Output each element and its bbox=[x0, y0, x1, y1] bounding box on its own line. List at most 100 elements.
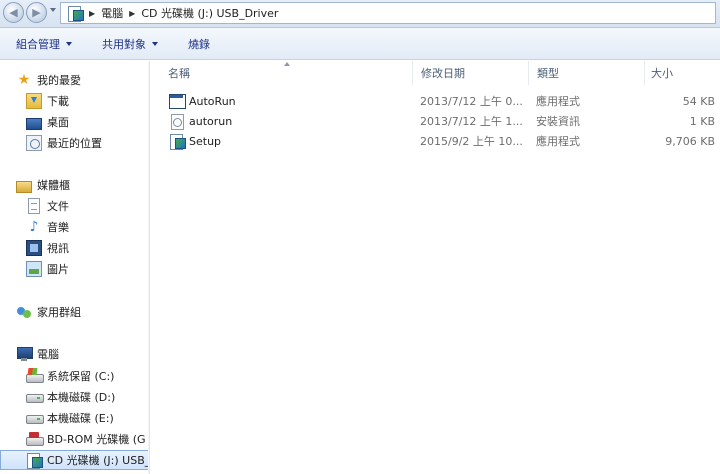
recent-places-icon bbox=[26, 135, 42, 151]
navigation-pane: ★ 我的最愛 下載 桌面 最近的位置 媒體櫃 文件 ♪ 音樂 視訊 圖片 家用群… bbox=[0, 61, 150, 474]
cd-drive-icon bbox=[26, 452, 43, 469]
sort-ascending-icon bbox=[284, 62, 290, 66]
file-date: 2013/7/12 上午 0... bbox=[420, 95, 523, 108]
libraries-icon bbox=[16, 181, 32, 193]
breadcrumb-arrow-icon[interactable]: ▶ bbox=[87, 9, 97, 18]
file-size: 9,706 KB bbox=[665, 134, 715, 148]
nav-item-label: 音樂 bbox=[47, 221, 69, 234]
star-icon: ★ bbox=[17, 72, 31, 88]
nav-item-label: 系統保留 (C:) bbox=[47, 370, 115, 383]
nav-item-music[interactable]: ♪ 音樂 bbox=[26, 217, 69, 237]
file-name-cell: AutoRun bbox=[169, 91, 409, 111]
nav-item-drive-c[interactable]: 系統保留 (C:) bbox=[26, 366, 114, 386]
nav-favorites[interactable]: ★ 我的最愛 bbox=[16, 70, 81, 90]
command-bar: 組合管理 共用對象 燒錄 bbox=[0, 28, 720, 60]
forward-arrow-icon: ▶ bbox=[32, 6, 41, 19]
file-name: Setup bbox=[189, 134, 222, 148]
nav-item-pictures[interactable]: 圖片 bbox=[26, 259, 69, 279]
table-row[interactable]: autorun 2013/7/12 上午 1... 安裝資訊 1 KB bbox=[151, 111, 720, 131]
system-drive-icon bbox=[26, 368, 44, 384]
hard-drive-icon bbox=[26, 389, 44, 405]
column-header-label: 類型 bbox=[537, 67, 559, 80]
nav-item-label: CD 光碟機 (J:) USB_ bbox=[47, 454, 150, 467]
video-icon bbox=[26, 240, 42, 256]
nav-item-label: BD-ROM 光碟機 (G bbox=[47, 433, 146, 446]
recent-pages-dropdown[interactable] bbox=[50, 8, 56, 12]
breadcrumb-computer[interactable]: 電腦 bbox=[97, 5, 127, 21]
file-name: AutoRun bbox=[189, 94, 236, 108]
nav-favorites-label: 我的最愛 bbox=[37, 74, 81, 87]
nav-item-label: 下載 bbox=[47, 95, 69, 108]
back-button[interactable]: ◀ bbox=[3, 2, 24, 23]
column-header-name[interactable]: 名稱 bbox=[151, 61, 413, 85]
downloads-folder-icon bbox=[26, 93, 42, 109]
file-list: 名稱 修改日期 類型 大小 AutoRun 2013/7/12 上午 0... … bbox=[151, 61, 720, 474]
computer-icon bbox=[16, 346, 33, 362]
setup-app-icon bbox=[169, 133, 186, 150]
back-arrow-icon: ◀ bbox=[9, 6, 18, 19]
chevron-down-icon bbox=[152, 41, 158, 46]
address-path[interactable]: ▶ 電腦 ▶ CD 光碟機 (J:) USB_Driver bbox=[60, 2, 716, 24]
file-type: 應用程式 bbox=[536, 135, 580, 148]
file-type: 應用程式 bbox=[536, 95, 580, 108]
desktop-icon bbox=[26, 118, 42, 130]
nav-computer[interactable]: 電腦 bbox=[16, 344, 59, 364]
file-date: 2015/9/2 上午 10... bbox=[420, 135, 523, 148]
table-row[interactable]: AutoRun 2013/7/12 上午 0... 應用程式 54 KB bbox=[151, 91, 720, 111]
cd-drive-icon bbox=[67, 5, 84, 22]
burn-button[interactable]: 燒錄 bbox=[180, 32, 218, 56]
nav-homegroup[interactable]: 家用群組 bbox=[16, 302, 81, 322]
nav-item-drive-d[interactable]: 本機磁碟 (D:) bbox=[26, 387, 115, 407]
nav-libraries-label: 媒體櫃 bbox=[37, 179, 70, 192]
nav-computer-label: 電腦 bbox=[37, 348, 59, 361]
file-size: 1 KB bbox=[689, 114, 715, 128]
file-date: 2013/7/12 上午 1... bbox=[420, 115, 523, 128]
file-size: 54 KB bbox=[682, 94, 715, 108]
file-name-cell: Setup bbox=[169, 131, 409, 151]
file-name: autorun bbox=[189, 114, 233, 128]
autorun-app-icon bbox=[169, 93, 186, 109]
nav-item-label: 最近的位置 bbox=[47, 137, 102, 150]
share-label: 共用對象 bbox=[102, 37, 146, 51]
nav-libraries[interactable]: 媒體櫃 bbox=[16, 175, 70, 195]
nav-item-drive-e[interactable]: 本機磁碟 (E:) bbox=[26, 408, 114, 428]
organize-label: 組合管理 bbox=[16, 37, 60, 51]
pictures-icon bbox=[26, 261, 42, 277]
nav-scrollbar[interactable] bbox=[148, 61, 149, 474]
nav-item-label: 文件 bbox=[47, 200, 69, 213]
file-type: 安裝資訊 bbox=[536, 115, 580, 128]
column-header-type[interactable]: 類型 bbox=[529, 61, 645, 85]
bd-rom-drive-icon bbox=[26, 431, 44, 447]
music-note-icon: ♪ bbox=[29, 219, 39, 235]
file-name-cell: autorun bbox=[169, 111, 409, 131]
nav-homegroup-label: 家用群組 bbox=[37, 306, 81, 319]
breadcrumb-current-folder[interactable]: CD 光碟機 (J:) USB_Driver bbox=[137, 5, 282, 21]
address-bar: ◀ ▶ ▶ 電腦 ▶ CD 光碟機 (J:) USB_Driver bbox=[0, 0, 720, 28]
nav-item-label: 圖片 bbox=[47, 263, 69, 276]
column-header-date[interactable]: 修改日期 bbox=[413, 61, 529, 85]
nav-item-drive-j[interactable]: CD 光碟機 (J:) USB_ bbox=[0, 450, 150, 470]
organize-button[interactable]: 組合管理 bbox=[8, 32, 80, 56]
nav-item-downloads[interactable]: 下載 bbox=[26, 91, 69, 111]
homegroup-icon bbox=[16, 304, 32, 320]
nav-item-desktop[interactable]: 桌面 bbox=[26, 112, 69, 132]
nav-item-documents[interactable]: 文件 bbox=[26, 196, 69, 216]
nav-item-recent-places[interactable]: 最近的位置 bbox=[26, 133, 102, 153]
table-row[interactable]: Setup 2015/9/2 上午 10... 應用程式 9,706 KB bbox=[151, 131, 720, 151]
nav-item-label: 桌面 bbox=[47, 116, 69, 129]
forward-button[interactable]: ▶ bbox=[26, 2, 47, 23]
setup-info-icon bbox=[169, 113, 185, 130]
nav-item-drive-g[interactable]: BD-ROM 光碟機 (G bbox=[26, 429, 146, 449]
column-header-label: 名稱 bbox=[168, 67, 190, 80]
documents-icon bbox=[28, 198, 40, 214]
share-button[interactable]: 共用對象 bbox=[94, 32, 166, 56]
burn-label: 燒錄 bbox=[188, 37, 210, 51]
nav-item-label: 視訊 bbox=[47, 242, 69, 255]
chevron-down-icon bbox=[66, 41, 72, 46]
column-header-size[interactable]: 大小 bbox=[645, 61, 720, 85]
nav-item-label: 本機磁碟 (E:) bbox=[47, 412, 114, 425]
nav-item-label: 本機磁碟 (D:) bbox=[47, 391, 116, 404]
nav-item-videos[interactable]: 視訊 bbox=[26, 238, 69, 258]
breadcrumb-arrow-icon[interactable]: ▶ bbox=[127, 9, 137, 18]
hard-drive-icon bbox=[26, 410, 44, 426]
